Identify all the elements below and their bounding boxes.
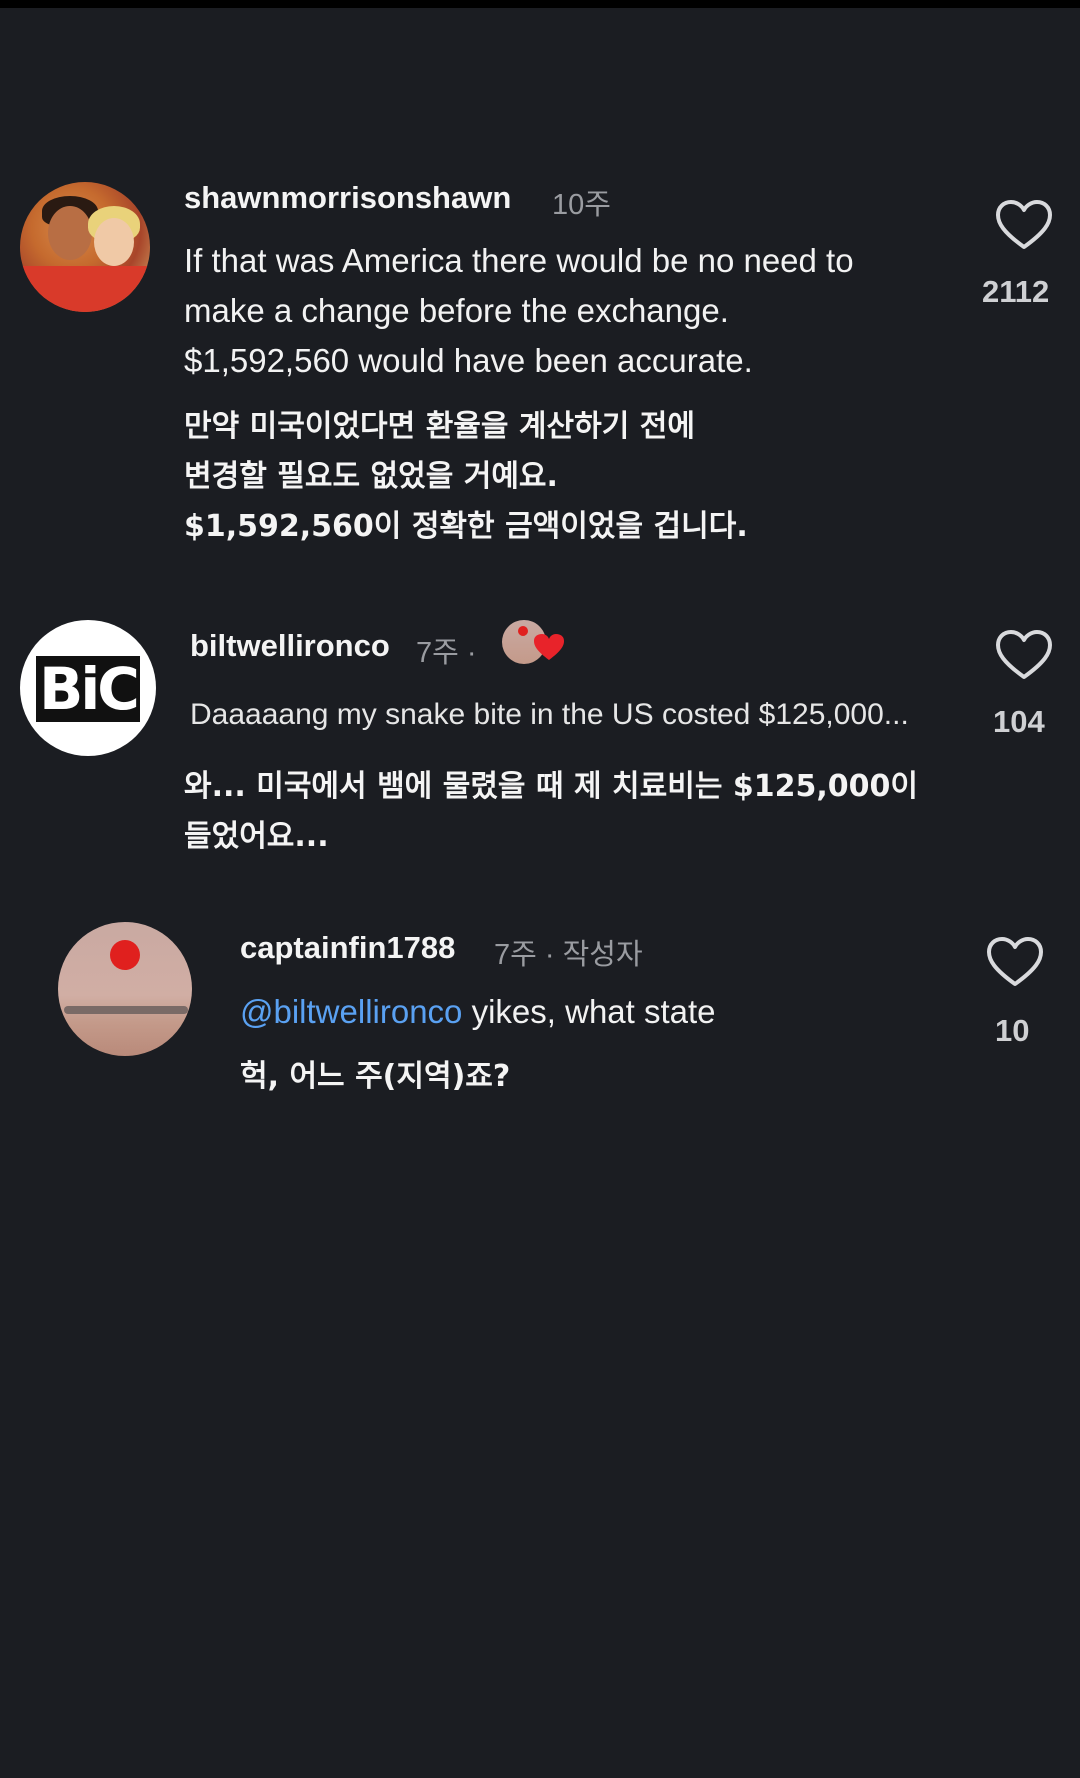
comment-timestamp: 7주 · (416, 637, 477, 669)
comment-text-en: If that was America there would be no ne… (184, 242, 854, 379)
heart-icon[interactable] (986, 936, 1044, 988)
creator-liked-heart-icon (534, 634, 564, 660)
like-count: 104 (993, 704, 1045, 739)
mention-link[interactable]: @biltwellironco (240, 993, 462, 1030)
comment-text-translation: 와... 미국에서 뱀에 물렸을 때 제 치료비는 $125,000이 들었어요… (184, 769, 919, 854)
status-bar-strip (0, 0, 1080, 8)
like-count: 10 (995, 1013, 1030, 1048)
comment-timestamp: 7주 · 작성자 (494, 939, 643, 971)
comment-username[interactable]: captainfin1788 (240, 930, 455, 966)
avatar-logo: BiC (36, 656, 140, 722)
comment-text-translation: 만약 미국이었다면 환율을 계산하기 전에 변경할 필요도 없었을 거예요. $… (184, 409, 748, 544)
avatar[interactable]: BiC (20, 620, 156, 756)
avatar[interactable] (20, 182, 150, 312)
comment-text-en: Daaaaang my snake bite in the US costed … (190, 698, 909, 731)
comment-text-en: @biltwellironco yikes, what state (240, 993, 716, 1030)
heart-icon[interactable] (995, 199, 1053, 251)
comment-text-translation: 헉, 어느 주(지역)죠? (240, 1059, 511, 1094)
comment-username[interactable]: biltwellironco (190, 628, 390, 664)
comment-timestamp: 10주 (552, 189, 611, 221)
avatar[interactable] (58, 922, 192, 1056)
comment-username[interactable]: shawnmorrisonshawn (184, 180, 511, 216)
like-count: 2112 (982, 274, 1050, 309)
heart-icon[interactable] (995, 629, 1053, 681)
